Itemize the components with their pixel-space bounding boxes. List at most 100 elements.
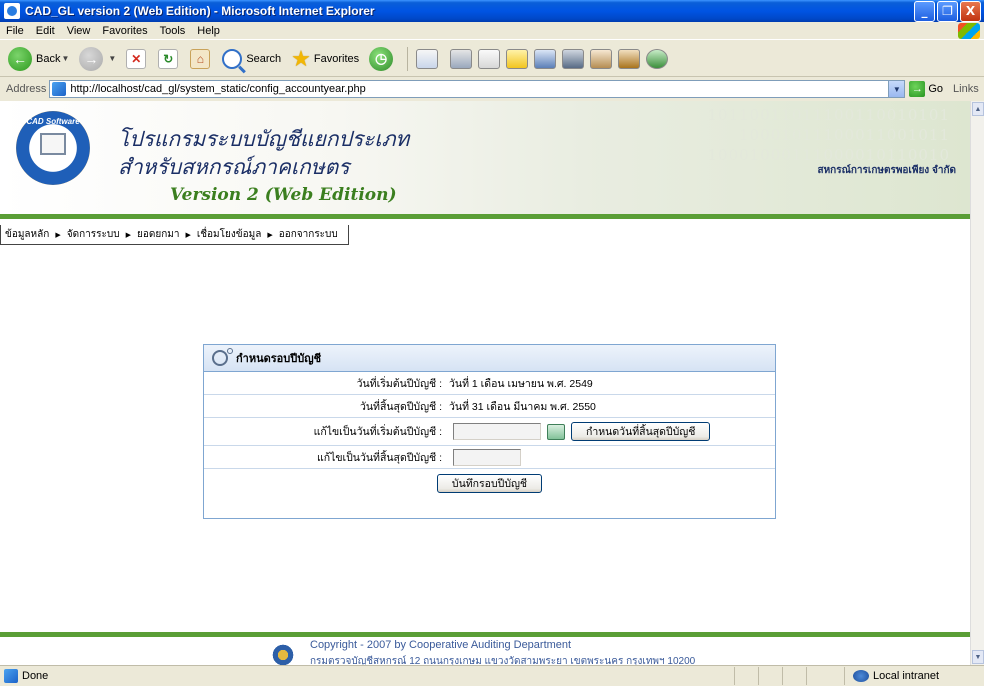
copyright-text: Copyright - 2007 by Cooperative Auditing…: [310, 639, 572, 651]
folder-icon[interactable]: [506, 48, 529, 69]
back-label: Back: [36, 52, 61, 65]
account-year-form: กำหนดรอบปีบัญชี วันที่เริ่มต้นปีบัญชี : …: [203, 344, 776, 519]
go-button[interactable]: → Go: [909, 81, 943, 97]
print-icon[interactable]: [450, 48, 473, 69]
address-url[interactable]: http://localhost/cad_gl/system_static/co…: [70, 83, 365, 95]
zone-label: Local intranet: [873, 670, 940, 682]
scroll-up-icon[interactable]: ▲: [972, 102, 984, 116]
edit-start-row: แก้ไขเป็นวันที่เริ่มต้นปีบัญชี : กำหนดวั…: [204, 418, 775, 446]
toolbar-divider: [407, 46, 409, 71]
page-icon: [52, 82, 67, 96]
minimize-button[interactable]: _: [914, 0, 935, 22]
arrow-right-icon: ▶: [267, 231, 273, 239]
menu-view[interactable]: View: [61, 25, 97, 37]
department-address: กรมตรวจบัญชีสหกรณ์ 12 ถนนกรุงเกษม แขวงวั…: [310, 656, 696, 665]
save-account-year-button[interactable]: บันทึกรอบปีบัญชี: [436, 473, 543, 493]
media-icon[interactable]: [618, 48, 641, 69]
save-row: บันทึกรอบปีบัญชี: [204, 469, 775, 497]
form-title: กำหนดรอบปีบัญชี: [236, 353, 322, 365]
back-button[interactable]: ← Back ▼: [4, 45, 73, 73]
status-bar: Done Local intranet: [0, 665, 984, 686]
status-cell: [758, 667, 782, 685]
chevron-down-icon[interactable]: ▼: [61, 54, 69, 63]
go-arrow-icon: →: [909, 81, 926, 97]
calendar-icon[interactable]: [547, 423, 565, 440]
chevron-down-icon[interactable]: ▼: [108, 54, 116, 63]
menu-edit[interactable]: Edit: [30, 25, 61, 37]
department-seal-icon: [271, 643, 295, 665]
status-cell: [806, 667, 830, 685]
end-date-input[interactable]: [453, 448, 521, 466]
research-icon[interactable]: [590, 48, 613, 69]
favorites-button[interactable]: ★ Favorites: [287, 45, 363, 73]
search-icon: [222, 48, 243, 69]
binary-line: 10001000111000010110010: [707, 146, 950, 164]
refresh-button[interactable]: ↻: [154, 45, 184, 73]
back-arrow-icon: ←: [8, 46, 32, 71]
edit-end-controls: [445, 448, 521, 466]
window-title-bar[interactable]: CAD_GL version 2 (Web Edition) - Microso…: [0, 0, 984, 22]
address-bar: Address http://localhost/cad_gl/system_s…: [0, 78, 984, 100]
arrow-right-icon: ▶: [185, 231, 191, 239]
end-date-value: วันที่ 31 เดือน มีนาคม พ.ศ. 2550: [449, 400, 596, 413]
header-banner: 10110011011100110010101 1000101110001100…: [0, 101, 970, 219]
set-end-date-button[interactable]: กำหนดวันที่สิ้นสุดปีบัญชี: [571, 422, 711, 441]
arrow-right-icon: ▶: [55, 231, 61, 239]
search-button[interactable]: Search: [218, 45, 285, 73]
menu-file[interactable]: File: [0, 25, 30, 37]
home-icon: ⌂: [190, 48, 211, 69]
home-button[interactable]: ⌂: [186, 45, 216, 73]
nav-data-link[interactable]: เชื่อมโยงข้อมูล: [197, 227, 267, 242]
app-version: Version 2 (Web Edition): [170, 185, 397, 205]
nav-system-manage[interactable]: จัดการระบบ: [67, 227, 126, 242]
start-date-label: วันที่เริ่มต้นปีบัญชี :: [356, 377, 442, 390]
menu-bar: File Edit View Favorites Tools Help: [0, 22, 984, 40]
intranet-icon: [853, 670, 869, 682]
stop-icon: ✕: [126, 48, 147, 69]
toolbar: ← Back ▼ → ▼ ✕ ↻ ⌂ Search ★ Favorites ◷: [0, 41, 984, 77]
close-button[interactable]: X: [960, 0, 981, 22]
start-date-input[interactable]: [453, 423, 541, 440]
go-label: Go: [928, 83, 944, 95]
maximize-button[interactable]: ❐: [937, 0, 958, 22]
address-label: Address: [6, 83, 47, 95]
app-title-line2: สำหรับสหกรณ์ภาคเกษตร: [118, 155, 350, 179]
nav-master-data[interactable]: ข้อมูลหลัก: [5, 227, 55, 242]
menu-tools[interactable]: Tools: [154, 25, 192, 37]
address-input[interactable]: http://localhost/cad_gl/system_static/co…: [49, 80, 906, 98]
page-viewport: 10110011011100110010101 1000101110001100…: [0, 101, 970, 665]
nav-logout[interactable]: ออกจากระบบ: [279, 227, 344, 242]
mail-icon: [416, 48, 439, 69]
main-nav-menu: ข้อมูลหลัก ▶ จัดการระบบ ▶ ยอดยกมา ▶ เชื่…: [0, 225, 349, 245]
ie-icon: [4, 3, 20, 19]
history-button[interactable]: ◷: [365, 45, 401, 73]
cad-logo: CAD Software Center: [16, 111, 90, 185]
nav-opening-balance[interactable]: ยอดยกมา: [137, 227, 185, 242]
menu-favorites[interactable]: Favorites: [96, 25, 153, 37]
arrow-right-icon: ▶: [125, 231, 131, 239]
start-date-row: วันที่เริ่มต้นปีบัญชี : วันที่ 1 เดือน เ…: [204, 372, 775, 395]
status-cell: [734, 667, 758, 685]
forward-arrow-icon: →: [79, 46, 104, 71]
stop-button[interactable]: ✕: [122, 45, 152, 73]
page-done-icon: [4, 669, 18, 683]
mail-button[interactable]: [412, 45, 448, 73]
scroll-down-icon[interactable]: ▼: [972, 650, 984, 664]
edit-page-icon[interactable]: [478, 48, 501, 69]
contacts-icon[interactable]: [646, 48, 669, 69]
favorites-label: Favorites: [313, 52, 360, 65]
refresh-icon: ↻: [158, 48, 179, 69]
links-button[interactable]: Links: [953, 83, 979, 95]
messenger-k-icon[interactable]: [562, 48, 585, 69]
binary-line: 10001011100011001011: [739, 126, 950, 144]
history-icon: ◷: [369, 46, 394, 71]
window-icon[interactable]: [534, 48, 557, 69]
menu-help[interactable]: Help: [191, 25, 226, 37]
chevron-down-icon[interactable]: ▼: [888, 81, 905, 97]
vertical-scrollbar[interactable]: ▲ ▼: [970, 101, 984, 665]
end-date-row: วันที่สิ้นสุดปีบัญชี : วันที่ 31 เดือน ม…: [204, 395, 775, 418]
windows-logo-icon: [958, 23, 980, 39]
organization-name: สหกรณ์การเกษตรพอเพียง จำกัด: [817, 165, 956, 176]
forward-button[interactable]: → ▼: [75, 45, 120, 73]
search-label: Search: [246, 52, 282, 65]
